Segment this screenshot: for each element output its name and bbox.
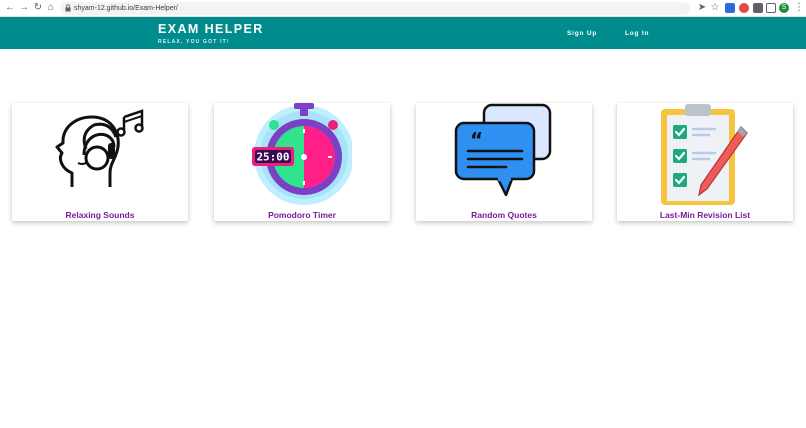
forward-icon[interactable]: →	[18, 2, 30, 14]
log-in-link[interactable]: Log In	[625, 30, 649, 37]
browser-toolbar: ← → ↻ ⌂ shyam-12.github.io/Exam-Helper/ …	[0, 0, 806, 17]
speech-bubbles-icon: “	[454, 103, 552, 197]
menu-icon[interactable]: ⋮	[793, 2, 805, 14]
site-tagline: RELAX, YOU GOT IT!	[158, 39, 230, 45]
headphones-head-icon	[55, 109, 144, 187]
card-label: Random Quotes	[471, 210, 537, 220]
back-icon[interactable]: ←	[4, 2, 16, 14]
card-revision-list[interactable]: Last-Min Revision List	[617, 103, 793, 221]
site-title[interactable]: EXAM HELPER	[158, 22, 264, 36]
site-header: EXAM HELPER RELAX, YOU GOT IT! Sign Up L…	[0, 17, 806, 49]
card-relaxing-sounds[interactable]: Relaxing Sounds	[12, 103, 188, 221]
card-random-quotes[interactable]: “ Random Quotes	[416, 103, 592, 221]
lock-icon	[65, 4, 71, 12]
star-icon[interactable]: ☆	[709, 2, 721, 14]
extension-icon[interactable]	[725, 3, 735, 13]
sign-up-link[interactable]: Sign Up	[567, 30, 597, 37]
address-bar[interactable]: shyam-12.github.io/Exam-Helper/	[60, 2, 690, 15]
extension-icon[interactable]	[739, 3, 749, 13]
card-label: Relaxing Sounds	[65, 210, 135, 220]
home-icon[interactable]: ⌂	[45, 2, 57, 14]
card-label: Last-Min Revision List	[659, 210, 751, 220]
reload-icon[interactable]: ↻	[32, 2, 44, 14]
svg-text:“: “	[470, 128, 483, 152]
card-pomodoro-timer[interactable]: 25:00 Pomodoro Timer	[214, 103, 390, 221]
share-icon[interactable]: ➤	[696, 2, 708, 14]
stopwatch-icon: 25:00	[252, 103, 352, 205]
sidebar-icon[interactable]	[766, 3, 776, 13]
clipboard-checklist-icon	[661, 104, 748, 205]
profile-avatar[interactable]: S	[779, 3, 789, 13]
card-label: Pomodoro Timer	[268, 210, 336, 220]
timer-readout: 25:00	[256, 151, 289, 164]
puzzle-icon[interactable]	[753, 3, 763, 13]
address-url: shyam-12.github.io/Exam-Helper/	[74, 5, 178, 12]
